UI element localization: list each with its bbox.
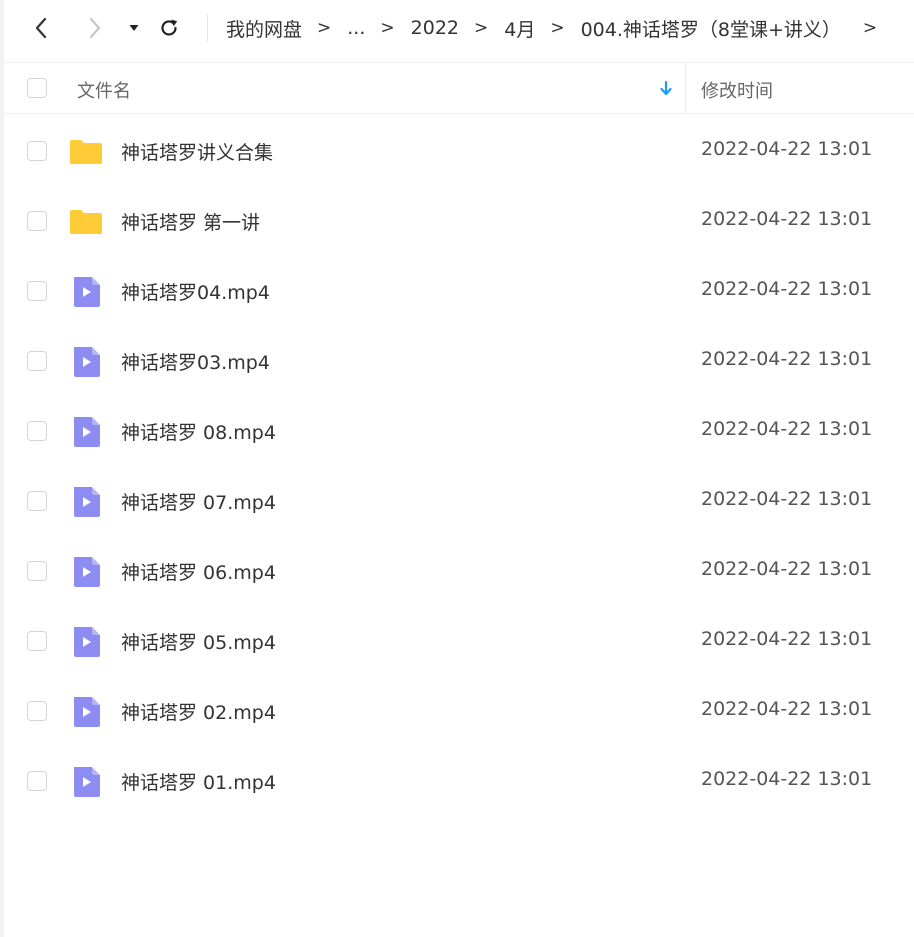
file-modified-time: 2022-04-22 13:01	[701, 278, 873, 300]
video-file-icon	[68, 694, 104, 730]
video-file-icon	[68, 764, 104, 800]
row-checkbox[interactable]	[27, 351, 47, 371]
row-checkbox[interactable]	[27, 701, 47, 721]
refresh-icon	[161, 19, 178, 36]
file-list: 神话塔罗讲义合集 2022-04-22 13:01 神话塔罗 第一讲 2022-…	[4, 117, 914, 817]
toolbar: 我的网盘 > ... > 2022 > 4月 > 004.神话塔罗（8堂课+讲义…	[4, 0, 914, 58]
refresh-button[interactable]	[156, 14, 182, 42]
video-file-row[interactable]: 神话塔罗 02.mp4 2022-04-22 13:01	[4, 677, 914, 747]
file-name[interactable]: 神话塔罗04.mp4	[121, 278, 270, 305]
file-modified-time: 2022-04-22 13:01	[701, 348, 873, 370]
file-name[interactable]: 神话塔罗 第一讲	[121, 208, 260, 235]
breadcrumb-separator: >	[550, 18, 565, 38]
video-file-icon	[68, 274, 104, 310]
video-file-icon	[68, 554, 104, 590]
video-file-row[interactable]: 神话塔罗 05.mp4 2022-04-22 13:01	[4, 607, 914, 677]
column-header-name[interactable]: 文件名	[77, 77, 131, 103]
file-modified-time: 2022-04-22 13:01	[701, 208, 873, 230]
sort-down-arrow-icon[interactable]	[658, 78, 674, 98]
breadcrumb-separator: >	[317, 18, 332, 38]
file-name[interactable]: 神话塔罗 08.mp4	[121, 418, 276, 445]
folder-icon	[68, 134, 104, 170]
folder-row[interactable]: 神话塔罗讲义合集 2022-04-22 13:01	[4, 117, 914, 187]
video-file-row[interactable]: 神话塔罗 08.mp4 2022-04-22 13:01	[4, 397, 914, 467]
file-name[interactable]: 神话塔罗讲义合集	[121, 138, 273, 165]
breadcrumb-separator[interactable]: >	[863, 18, 877, 38]
video-file-row[interactable]: 神话塔罗03.mp4 2022-04-22 13:01	[4, 327, 914, 397]
list-header: 文件名 修改时间	[4, 62, 914, 114]
row-checkbox[interactable]	[27, 281, 47, 301]
video-file-icon	[68, 414, 104, 450]
row-checkbox[interactable]	[27, 421, 47, 441]
video-file-icon	[68, 344, 104, 380]
row-checkbox[interactable]	[27, 631, 47, 651]
video-file-row[interactable]: 神话塔罗 01.mp4 2022-04-22 13:01	[4, 747, 914, 817]
file-name[interactable]: 神话塔罗 02.mp4	[121, 698, 276, 725]
row-checkbox[interactable]	[27, 561, 47, 581]
breadcrumb-item-month[interactable]: 4月	[504, 15, 535, 42]
breadcrumb-separator: >	[380, 18, 395, 38]
file-name[interactable]: 神话塔罗 05.mp4	[121, 628, 276, 655]
file-modified-time: 2022-04-22 13:01	[701, 698, 873, 720]
video-file-icon	[68, 624, 104, 660]
breadcrumb-item-root[interactable]: 我的网盘	[226, 15, 302, 42]
file-name[interactable]: 神话塔罗 07.mp4	[121, 488, 276, 515]
file-browser: 我的网盘 > ... > 2022 > 4月 > 004.神话塔罗（8堂课+讲义…	[0, 0, 914, 937]
toolbar-divider	[207, 14, 208, 42]
folder-icon	[68, 204, 104, 240]
breadcrumb-separator: >	[474, 18, 489, 38]
folder-row[interactable]: 神话塔罗 第一讲 2022-04-22 13:01	[4, 187, 914, 257]
video-file-row[interactable]: 神话塔罗 06.mp4 2022-04-22 13:01	[4, 537, 914, 607]
history-dropdown-button[interactable]	[123, 14, 145, 42]
file-modified-time: 2022-04-22 13:01	[701, 488, 873, 510]
video-file-row[interactable]: 神话塔罗04.mp4 2022-04-22 13:01	[4, 257, 914, 327]
file-modified-time: 2022-04-22 13:01	[701, 628, 873, 650]
video-file-row[interactable]: 神话塔罗 07.mp4 2022-04-22 13:01	[4, 467, 914, 537]
file-name[interactable]: 神话塔罗 06.mp4	[121, 558, 276, 585]
file-modified-time: 2022-04-22 13:01	[701, 768, 873, 790]
column-header-modified[interactable]: 修改时间	[701, 77, 773, 103]
file-modified-time: 2022-04-22 13:01	[701, 558, 873, 580]
file-name[interactable]: 神话塔罗 01.mp4	[121, 768, 276, 795]
breadcrumb-item-current[interactable]: 004.神话塔罗（8堂课+讲义）	[581, 15, 841, 42]
file-modified-time: 2022-04-22 13:01	[701, 138, 873, 160]
column-divider[interactable]	[685, 63, 686, 114]
select-all-checkbox[interactable]	[27, 78, 47, 98]
file-name[interactable]: 神话塔罗03.mp4	[121, 348, 270, 375]
breadcrumb-item-collapsed[interactable]: ...	[347, 17, 365, 39]
row-checkbox[interactable]	[27, 211, 47, 231]
breadcrumb-item-year[interactable]: 2022	[411, 17, 459, 39]
row-checkbox[interactable]	[27, 141, 47, 161]
caret-down-icon	[129, 25, 139, 31]
row-checkbox[interactable]	[27, 771, 47, 791]
file-modified-time: 2022-04-22 13:01	[701, 418, 873, 440]
breadcrumb: 我的网盘 > ... > 2022 > 4月 > 004.神话塔罗（8堂课+讲义…	[226, 14, 893, 42]
back-button[interactable]	[28, 14, 54, 42]
forward-button[interactable]	[82, 14, 108, 42]
chevron-right-icon	[89, 17, 101, 39]
video-file-icon	[68, 484, 104, 520]
row-checkbox[interactable]	[27, 491, 47, 511]
chevron-left-icon	[35, 17, 47, 39]
